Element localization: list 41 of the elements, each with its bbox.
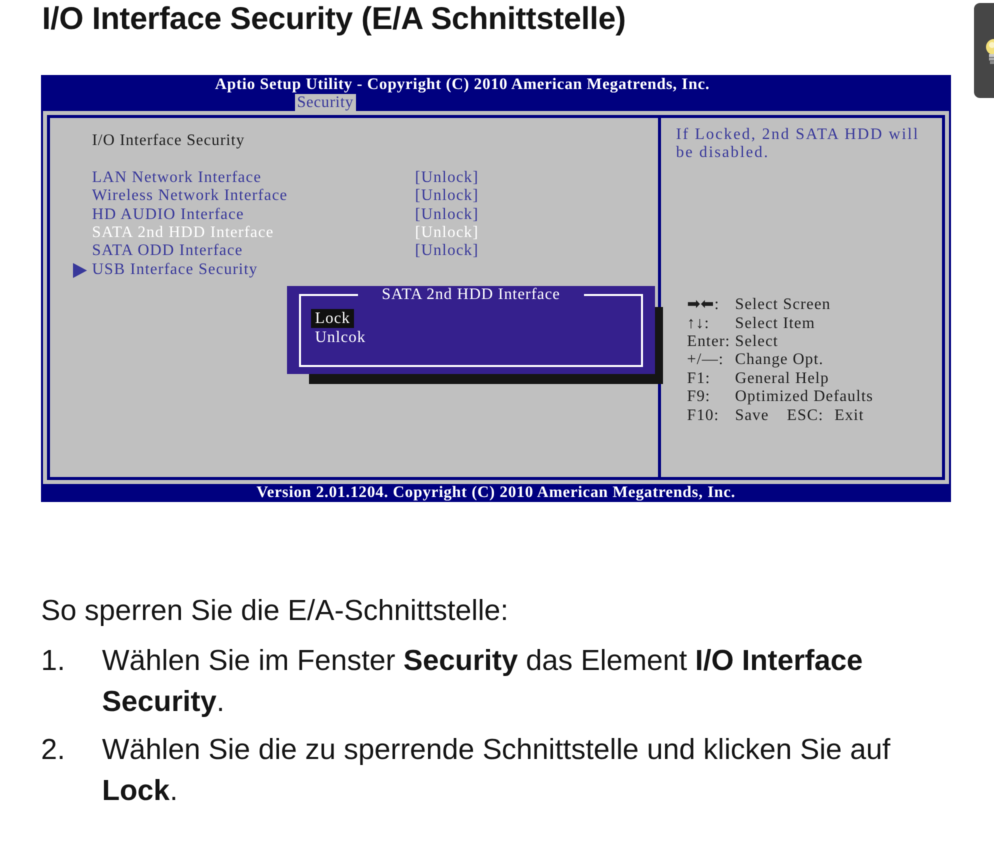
step-text: Wählen Sie im Fenster Security das Element I/O Interface Security.	[102, 644, 864, 720]
setting-value[interactable]: [Unlock]	[415, 168, 479, 188]
help-text: If Locked, 2nd SATA HDD will be disabled.	[676, 126, 920, 164]
triangle-icon	[73, 262, 87, 278]
setting-label[interactable]: HD AUDIO Interface	[92, 206, 244, 224]
setting-label[interactable]: Wireless Network Interface	[92, 187, 288, 206]
utility-title: Aptio Setup Utility - Copyright (C) 2010 American Megatrends, Inc.	[215, 75, 710, 94]
key-label: F1:	[687, 370, 712, 388]
setting-value[interactable]: [Unlock]	[415, 187, 479, 206]
section-heading: I/O Interface Security	[92, 132, 245, 150]
footer-text: Version 2.01.1204. Copyright (C) 2010 American Megatrends, Inc.	[256, 484, 736, 502]
key-action: Exit	[834, 406, 864, 425]
popup-title: SATA 2nd HDD Interface	[380, 286, 562, 303]
key-label: Enter:	[687, 332, 732, 352]
key-label: ESC:	[786, 406, 824, 425]
menu-tab[interactable]: Security	[295, 94, 356, 111]
intro-text: So sperren Sie die E/A-Schnittstelle:	[41, 594, 508, 629]
key-label: ↑↓:	[687, 314, 711, 333]
key-label: F9:	[687, 388, 712, 407]
setting-value[interactable]: [Unlock]	[415, 206, 479, 224]
hint-button[interactable]	[974, 3, 994, 98]
key-action: Optimized Defaults	[735, 388, 874, 407]
setting-label[interactable]: SATA ODD Interface	[92, 242, 243, 261]
key-action: Change Opt.	[735, 351, 824, 370]
page-title: I/O Interface Security (E/A Schnittstelle)	[41, 0, 626, 36]
step-number: 1.	[41, 644, 66, 679]
key-label: +/—:	[687, 351, 725, 370]
key-action: Select Screen	[735, 296, 831, 315]
key-action: Save	[735, 406, 769, 425]
option-item[interactable]: Unlcok	[311, 328, 370, 347]
step-text: Wählen Sie die zu sperrende Schnittstelle und klicken Sie auf Lock.	[102, 733, 892, 809]
key-label: F10:	[687, 406, 720, 425]
key-action: Select Item	[735, 314, 816, 333]
key-label: ➡⬅:	[687, 296, 721, 315]
key-action: General Help	[735, 370, 830, 388]
key-action: Select	[735, 332, 778, 352]
submenu-label[interactable]: USB Interface Security	[92, 260, 258, 280]
setting-label[interactable]: LAN Network Interface	[92, 168, 262, 188]
step-number: 2.	[41, 733, 66, 768]
option-item[interactable]: Lock	[311, 309, 354, 328]
setting-value[interactable]: [Unlock]	[415, 242, 479, 261]
